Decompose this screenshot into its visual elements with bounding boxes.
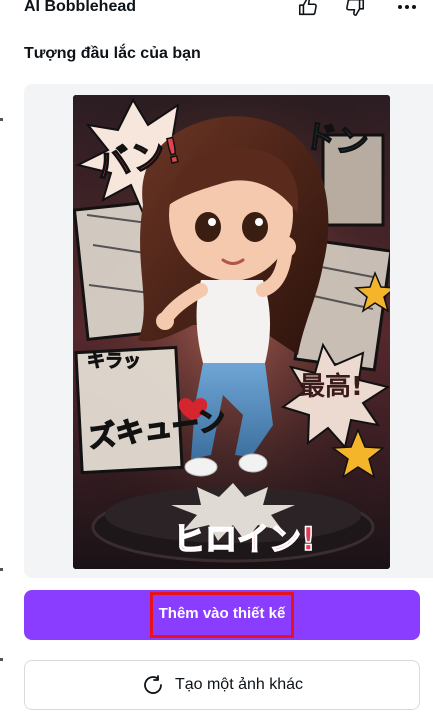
art-text-heroine: ヒロイン!: [173, 520, 316, 558]
thumbs-down-button[interactable]: [342, 0, 368, 20]
section-title: Tượng đầu lắc của bạn: [24, 45, 201, 62]
more-options-icon: [398, 5, 416, 9]
edge-marker: [0, 118, 3, 121]
add-to-design-label: Thêm vào thiết kế: [149, 592, 295, 638]
more-options-button[interactable]: [394, 0, 420, 20]
art-text-kira: キラッ: [87, 351, 141, 372]
generated-bobblehead-image[interactable]: バン! ドン キラッ ズキューン 最高! ヒロイン!: [73, 95, 390, 569]
panel-header: AI Bobblehead: [0, 0, 433, 24]
edge-marker: [0, 658, 3, 661]
app-title: AI Bobblehead: [24, 0, 137, 15]
thumbs-up-button[interactable]: [295, 0, 321, 20]
thumbs-down-icon: [346, 0, 365, 17]
generate-another-label: Tạo một ảnh khác: [174, 676, 304, 693]
generate-another-button[interactable]: Tạo một ảnh khác: [24, 660, 420, 710]
refresh-icon: [144, 675, 162, 694]
edge-marker: [0, 568, 3, 571]
thumbs-up-icon: [298, 0, 317, 16]
art-text-saikou: 最高!: [299, 371, 363, 402]
bobblehead-illustration: バン! ドン キラッ ズキューン 最高! ヒロイン!: [73, 95, 390, 569]
add-to-design-button[interactable]: Thêm vào thiết kế: [24, 590, 420, 640]
